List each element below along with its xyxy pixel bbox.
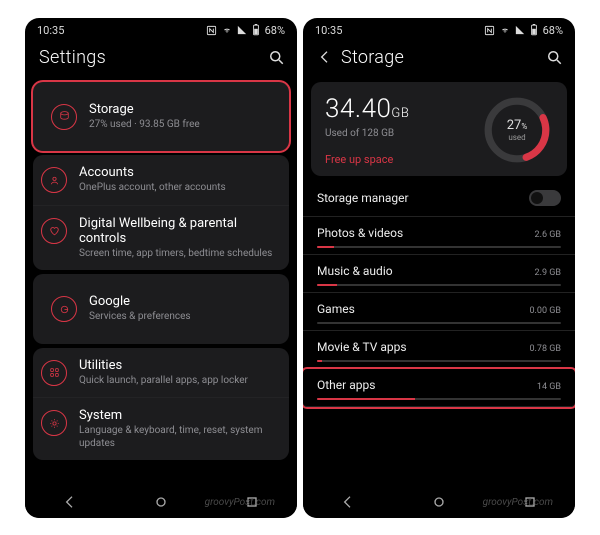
- settings-item-system[interactable]: System Language & keyboard, time, reset,…: [33, 397, 289, 460]
- storage-donut-chart: 27% used: [481, 94, 553, 166]
- google-icon: [51, 296, 77, 322]
- storage-icon: [51, 104, 77, 130]
- category-other-apps[interactable]: Other apps 14 GB: [303, 369, 575, 407]
- battery-icon: [251, 24, 261, 36]
- storage-summary: 34.40GB Used of 128 GB Free up space 27%…: [311, 82, 567, 176]
- apps-icon: [41, 360, 67, 386]
- phone-right: 10:35 68% Storage 34.40GB Used of 128: [303, 18, 575, 518]
- settings-icon: [41, 410, 67, 436]
- back-button[interactable]: [340, 494, 356, 510]
- recent-button[interactable]: [522, 494, 538, 510]
- item-subtitle: Screen time, app timers, bedtime schedul…: [79, 248, 281, 261]
- storage-manager-toggle[interactable]: [529, 190, 561, 206]
- search-icon[interactable]: [545, 48, 563, 66]
- phone-left: 10:35 68% Settings Storage 27% used · 9: [25, 18, 297, 518]
- settings-item-storage[interactable]: Storage 27% used · 93.85 GB free: [33, 82, 289, 152]
- wifi-icon: [499, 25, 511, 35]
- item-subtitle: 27% used · 93.85 GB free: [89, 119, 200, 132]
- category-size: 0.00 GB: [529, 306, 561, 316]
- page-title: Storage: [341, 47, 404, 68]
- settings-item-wellbeing[interactable]: Digital Wellbeing & parental controls Sc…: [33, 205, 289, 271]
- status-right: 68%: [206, 24, 285, 37]
- status-time: 10:35: [37, 24, 64, 37]
- nav-bar: [303, 488, 575, 518]
- nfc-icon: [484, 25, 495, 36]
- settings-list: Storage 27% used · 93.85 GB free Account…: [25, 78, 297, 518]
- settings-header: Settings: [25, 39, 297, 78]
- status-battery: 68%: [265, 24, 285, 37]
- back-icon[interactable]: [317, 49, 333, 65]
- category-size: 2.6 GB: [535, 230, 561, 240]
- item-subtitle: OnePlus account, other accounts: [79, 182, 226, 195]
- item-title: Accounts: [79, 165, 226, 180]
- status-bar: 10:35 68%: [25, 18, 297, 39]
- settings-item-accounts[interactable]: Accounts OnePlus account, other accounts: [33, 155, 289, 205]
- recent-button[interactable]: [244, 494, 260, 510]
- item-title: Digital Wellbeing & parental controls: [79, 216, 281, 246]
- user-icon: [41, 167, 67, 193]
- category-photos[interactable]: Photos & videos 2.6 GB: [303, 217, 575, 255]
- donut-percent: 27: [507, 118, 522, 133]
- storage-used-value: 34.40GB: [325, 94, 409, 124]
- item-title: Google: [89, 294, 191, 309]
- category-title: Games: [317, 302, 355, 316]
- back-button[interactable]: [62, 494, 78, 510]
- category-music[interactable]: Music & audio 2.9 GB: [303, 255, 575, 293]
- category-games[interactable]: Games 0.00 GB: [303, 293, 575, 331]
- settings-group-2: Utilities Quick launch, parallel apps, a…: [33, 348, 289, 461]
- status-right: 68%: [484, 24, 563, 37]
- item-subtitle: Quick launch, parallel apps, app locker: [79, 375, 248, 388]
- category-title: Photos & videos: [317, 226, 403, 240]
- item-subtitle: Services & preferences: [89, 311, 191, 324]
- home-button[interactable]: [153, 494, 169, 510]
- storage-manager-label: Storage manager: [317, 191, 409, 205]
- nfc-icon: [206, 25, 217, 36]
- settings-item-google[interactable]: Google Services & preferences: [33, 274, 289, 344]
- settings-item-utilities[interactable]: Utilities Quick launch, parallel apps, a…: [33, 348, 289, 398]
- heart-icon: [41, 218, 67, 244]
- item-title: Storage: [89, 102, 200, 117]
- search-icon[interactable]: [267, 48, 285, 66]
- home-button[interactable]: [431, 494, 447, 510]
- status-time: 10:35: [315, 24, 342, 37]
- category-title: Music & audio: [317, 264, 393, 278]
- category-title: Movie & TV apps: [317, 340, 407, 354]
- category-size: 0.78 GB: [529, 344, 561, 354]
- storage-header: Storage: [303, 39, 575, 78]
- category-movies[interactable]: Movie & TV apps 0.78 GB: [303, 331, 575, 369]
- storage-manager-row[interactable]: Storage manager: [303, 180, 575, 217]
- status-battery: 68%: [543, 24, 563, 37]
- free-up-space-link[interactable]: Free up space: [325, 153, 409, 166]
- signal-icon: [237, 25, 247, 35]
- item-title: System: [79, 408, 281, 423]
- status-bar: 10:35 68%: [303, 18, 575, 39]
- wifi-icon: [221, 25, 233, 35]
- category-size: 2.9 GB: [535, 268, 561, 278]
- category-size: 14 GB: [537, 382, 561, 392]
- page-title: Settings: [39, 47, 106, 68]
- item-subtitle: Language & keyboard, time, reset, system…: [79, 425, 281, 450]
- item-title: Utilities: [79, 358, 248, 373]
- signal-icon: [515, 25, 525, 35]
- settings-group-1: Accounts OnePlus account, other accounts…: [33, 155, 289, 270]
- category-title: Other apps: [317, 378, 375, 392]
- nav-bar: [25, 488, 297, 518]
- donut-label: used: [508, 133, 525, 142]
- battery-icon: [529, 24, 539, 36]
- storage-content: 34.40GB Used of 128 GB Free up space 27%…: [303, 78, 575, 518]
- storage-total: Used of 128 GB: [325, 128, 409, 139]
